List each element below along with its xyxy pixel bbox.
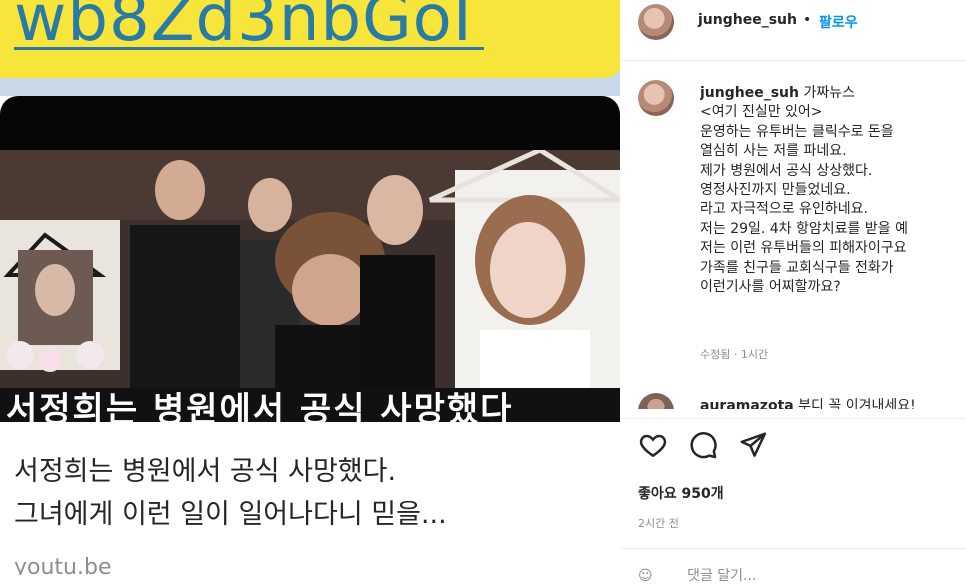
caption-line: 열심히 사는 저를 파네요. [700, 143, 847, 160]
caption-line: 저는 29일. 4차 항암치료를 받을 예 [700, 220, 908, 237]
link-domain: youtu.be [14, 555, 112, 575]
caption-meta: 수정됨 · 1시간 [700, 348, 769, 361]
instagram-post-panel: junghee_suh • 팔로우 junghee_suh 가짜뉴스 <여기 진… [620, 0, 966, 584]
comment-body: 부디 꼭 이겨내세요! [798, 398, 916, 409]
caption-line: 이런기사를 어찌할까요? [700, 279, 841, 296]
separator-dot: • [803, 12, 812, 28]
video-thumbnail-top [0, 96, 620, 156]
caption-line: 운영하는 유투버는 클릭수로 돈을 [700, 123, 894, 140]
link-title-line-1: 서정희는 병원에서 공식 사망했다. [14, 456, 397, 487]
caption-avatar[interactable] [638, 80, 674, 116]
caption-line: 저는 이런 유투버들의 피해자이구요 [700, 240, 907, 257]
comment-avatar[interactable] [638, 393, 674, 409]
thumbnail-photo-illustration [0, 150, 620, 390]
emoji-icon[interactable]: ☺ [638, 568, 653, 584]
divider [620, 418, 966, 419]
link-title-line-2: 그녀에게 이런 일이 일어나다니 믿을... [14, 499, 447, 530]
caption-line-1: junghee_suh 가짜뉴스 [700, 84, 966, 103]
likes-count[interactable]: 좋아요 950개 [638, 483, 724, 503]
add-comment-placeholder: 댓글 달기... [687, 568, 757, 584]
video-thumbnail-image[interactable] [0, 150, 620, 390]
caption-line: <여기 진실만 있어> [700, 104, 823, 121]
speech-bubble-icon[interactable] [688, 430, 718, 460]
post-header: junghee_suh • 팔로우 [620, 0, 966, 61]
link-title[interactable]: 서정희는 병원에서 공식 사망했다. 그녀에게 이런 일이 일어나다니 믿을..… [14, 450, 614, 536]
post-time: 2시간 전 [638, 517, 679, 530]
paper-plane-icon[interactable] [738, 430, 768, 460]
caption-username[interactable]: junghee_suh [700, 85, 799, 101]
video-caption-band: 서정희는 병원에서 공식 사망했다 [0, 388, 620, 422]
caption-line: 라고 자극적으로 유인하네요. [700, 201, 868, 218]
header-username[interactable]: junghee_suh [698, 12, 797, 28]
caption-text: junghee_suh 가짜뉴스 <여기 진실만 있어> 운영하는 유투버는 클… [700, 84, 966, 297]
add-comment-input[interactable]: ☺ 댓글 달기... [638, 565, 966, 585]
caption-line: 영정사진까지 만들었네요. [700, 182, 851, 199]
caption-line: 가족를 친구들 교회식구들 전화가 [700, 259, 894, 276]
divider [620, 548, 966, 549]
comment-username[interactable]: auramazota [700, 398, 794, 409]
caption-line: 가짜뉴스 [803, 85, 855, 101]
shared-link-panel: wb8Zd3nbGoI 서정희는 병원에서 공식 사망했다 서정희는 병원에서 … [0, 0, 620, 575]
heart-icon[interactable] [638, 430, 668, 460]
comment-text: auramazota 부디 꼭 이겨내세요! [700, 395, 916, 409]
follow-button[interactable]: 팔로우 [819, 12, 858, 32]
avatar[interactable] [638, 4, 674, 40]
comment-row: auramazota 부디 꼭 이겨내세요! [638, 393, 966, 409]
promo-url-underline [14, 47, 484, 50]
caption-line: 제가 병원에서 공식 상상했다. [700, 162, 873, 179]
video-caption-text: 서정희는 병원에서 공식 사망했다 [6, 390, 514, 422]
